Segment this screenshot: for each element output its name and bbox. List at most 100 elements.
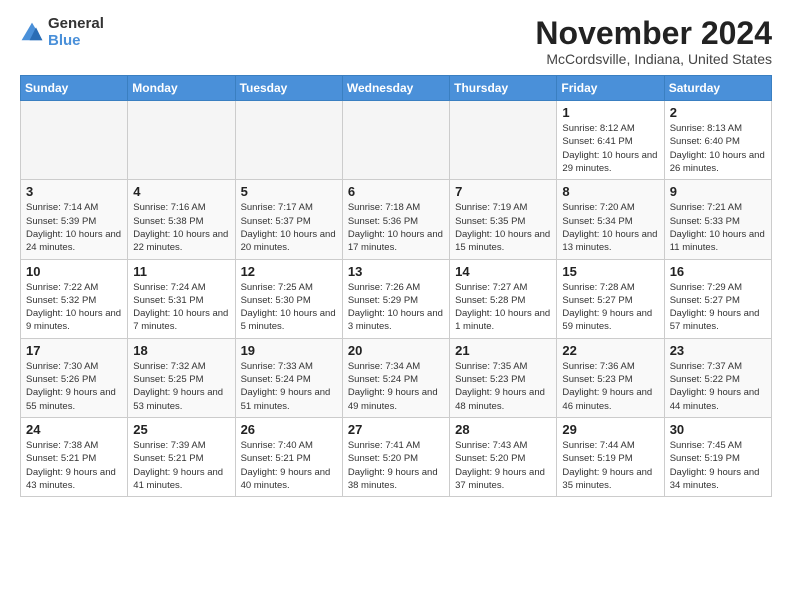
day-number: 9 [670,184,766,199]
day-info: Sunrise: 8:12 AM Sunset: 6:41 PM Dayligh… [562,122,658,175]
day-number: 26 [241,422,337,437]
day-number: 16 [670,264,766,279]
day-info: Sunrise: 7:34 AM Sunset: 5:24 PM Dayligh… [348,360,444,413]
calendar-cell: 13 Sunrise: 7:26 AM Sunset: 5:29 PM Dayli… [342,259,449,338]
calendar-cell: 16 Sunrise: 7:29 AM Sunset: 5:27 PM Dayli… [664,259,771,338]
day-info: Sunrise: 7:24 AM Sunset: 5:31 PM Dayligh… [133,281,229,334]
day-info: Sunrise: 7:22 AM Sunset: 5:32 PM Dayligh… [26,281,122,334]
day-info: Sunrise: 7:45 AM Sunset: 5:19 PM Dayligh… [670,439,766,492]
day-info: Sunrise: 7:17 AM Sunset: 5:37 PM Dayligh… [241,201,337,254]
day-number: 27 [348,422,444,437]
calendar-cell: 7 Sunrise: 7:19 AM Sunset: 5:35 PM Daylig… [450,180,557,259]
calendar-cell: 9 Sunrise: 7:21 AM Sunset: 5:33 PM Daylig… [664,180,771,259]
logo-icon [20,21,44,45]
col-saturday: Saturday [664,76,771,101]
col-friday: Friday [557,76,664,101]
day-info: Sunrise: 7:27 AM Sunset: 5:28 PM Dayligh… [455,281,551,334]
day-info: Sunrise: 7:39 AM Sunset: 5:21 PM Dayligh… [133,439,229,492]
calendar-cell [128,101,235,180]
day-info: Sunrise: 7:19 AM Sunset: 5:35 PM Dayligh… [455,201,551,254]
calendar-cell: 5 Sunrise: 7:17 AM Sunset: 5:37 PM Daylig… [235,180,342,259]
header-section: General Blue November 2024 McCordsville,… [20,16,772,67]
day-number: 29 [562,422,658,437]
day-number: 23 [670,343,766,358]
day-info: Sunrise: 7:44 AM Sunset: 5:19 PM Dayligh… [562,439,658,492]
day-number: 21 [455,343,551,358]
calendar-table: Sunday Monday Tuesday Wednesday Thursday… [20,75,772,497]
calendar-cell: 24Sunrise: 7:38 AM Sunset: 5:21 PM Dayli… [21,417,128,496]
calendar-cell: 12Sunrise: 7:25 AM Sunset: 5:30 PM Dayli… [235,259,342,338]
calendar-cell: 26 Sunrise: 7:40 AM Sunset: 5:21 PM Dayli… [235,417,342,496]
day-info: Sunrise: 7:37 AM Sunset: 5:22 PM Dayligh… [670,360,766,413]
day-number: 12 [241,264,337,279]
calendar-cell: 8Sunrise: 7:20 AM Sunset: 5:34 PM Daylig… [557,180,664,259]
day-number: 13 [348,264,444,279]
day-info: Sunrise: 7:16 AM Sunset: 5:38 PM Dayligh… [133,201,229,254]
day-number: 10 [26,264,122,279]
week-row-3: 17Sunrise: 7:30 AM Sunset: 5:26 PM Dayli… [21,338,772,417]
month-title: November 2024 [535,16,772,51]
main-container: General Blue November 2024 McCordsville,… [0,0,792,507]
col-monday: Monday [128,76,235,101]
location: McCordsville, Indiana, United States [535,51,772,67]
day-info: Sunrise: 7:28 AM Sunset: 5:27 PM Dayligh… [562,281,658,334]
day-info: Sunrise: 7:33 AM Sunset: 5:24 PM Dayligh… [241,360,337,413]
logo-text: General Blue [48,16,104,49]
calendar-cell: 20 Sunrise: 7:34 AM Sunset: 5:24 PM Dayli… [342,338,449,417]
calendar-cell: 30Sunrise: 7:45 AM Sunset: 5:19 PM Dayli… [664,417,771,496]
day-number: 14 [455,264,551,279]
day-info: Sunrise: 7:18 AM Sunset: 5:36 PM Dayligh… [348,201,444,254]
calendar-header-row: Sunday Monday Tuesday Wednesday Thursday… [21,76,772,101]
col-tuesday: Tuesday [235,76,342,101]
week-row-1: 3 Sunrise: 7:14 AM Sunset: 5:39 PM Daylig… [21,180,772,259]
calendar-cell: 29 Sunrise: 7:44 AM Sunset: 5:19 PM Dayli… [557,417,664,496]
day-number: 17 [26,343,122,358]
day-number: 1 [562,105,658,120]
week-row-4: 24Sunrise: 7:38 AM Sunset: 5:21 PM Dayli… [21,417,772,496]
day-info: Sunrise: 7:29 AM Sunset: 5:27 PM Dayligh… [670,281,766,334]
day-info: Sunrise: 7:40 AM Sunset: 5:21 PM Dayligh… [241,439,337,492]
calendar-cell: 18 Sunrise: 7:32 AM Sunset: 5:25 PM Dayli… [128,338,235,417]
day-info: Sunrise: 7:43 AM Sunset: 5:20 PM Dayligh… [455,439,551,492]
calendar-cell: 6Sunrise: 7:18 AM Sunset: 5:36 PM Daylig… [342,180,449,259]
day-number: 7 [455,184,551,199]
calendar-cell [450,101,557,180]
day-number: 25 [133,422,229,437]
logo-blue: Blue [48,33,104,50]
day-number: 2 [670,105,766,120]
calendar-cell: 2 Sunrise: 8:13 AM Sunset: 6:40 PM Daylig… [664,101,771,180]
col-thursday: Thursday [450,76,557,101]
day-info: Sunrise: 7:41 AM Sunset: 5:20 PM Dayligh… [348,439,444,492]
day-number: 20 [348,343,444,358]
week-row-2: 10 Sunrise: 7:22 AM Sunset: 5:32 PM Dayli… [21,259,772,338]
calendar-cell [342,101,449,180]
calendar-cell [235,101,342,180]
day-info: Sunrise: 7:26 AM Sunset: 5:29 PM Dayligh… [348,281,444,334]
day-number: 3 [26,184,122,199]
col-wednesday: Wednesday [342,76,449,101]
day-info: Sunrise: 7:21 AM Sunset: 5:33 PM Dayligh… [670,201,766,254]
calendar-cell: 23 Sunrise: 7:37 AM Sunset: 5:22 PM Dayli… [664,338,771,417]
calendar-cell: 21Sunrise: 7:35 AM Sunset: 5:23 PM Dayli… [450,338,557,417]
calendar-cell: 11 Sunrise: 7:24 AM Sunset: 5:31 PM Dayli… [128,259,235,338]
day-info: Sunrise: 7:32 AM Sunset: 5:25 PM Dayligh… [133,360,229,413]
day-number: 18 [133,343,229,358]
day-info: Sunrise: 7:20 AM Sunset: 5:34 PM Dayligh… [562,201,658,254]
calendar-cell: 15 Sunrise: 7:28 AM Sunset: 5:27 PM Dayli… [557,259,664,338]
day-number: 5 [241,184,337,199]
calendar-cell: 10 Sunrise: 7:22 AM Sunset: 5:32 PM Dayli… [21,259,128,338]
col-sunday: Sunday [21,76,128,101]
day-number: 15 [562,264,658,279]
calendar-cell: 17Sunrise: 7:30 AM Sunset: 5:26 PM Dayli… [21,338,128,417]
calendar-cell: 28Sunrise: 7:43 AM Sunset: 5:20 PM Dayli… [450,417,557,496]
day-number: 11 [133,264,229,279]
day-info: Sunrise: 8:13 AM Sunset: 6:40 PM Dayligh… [670,122,766,175]
day-info: Sunrise: 7:38 AM Sunset: 5:21 PM Dayligh… [26,439,122,492]
logo-general: General [48,16,104,33]
calendar-cell: 27 Sunrise: 7:41 AM Sunset: 5:20 PM Dayli… [342,417,449,496]
day-number: 4 [133,184,229,199]
calendar-cell: 22Sunrise: 7:36 AM Sunset: 5:23 PM Dayli… [557,338,664,417]
day-info: Sunrise: 7:36 AM Sunset: 5:23 PM Dayligh… [562,360,658,413]
calendar-cell [21,101,128,180]
day-info: Sunrise: 7:14 AM Sunset: 5:39 PM Dayligh… [26,201,122,254]
